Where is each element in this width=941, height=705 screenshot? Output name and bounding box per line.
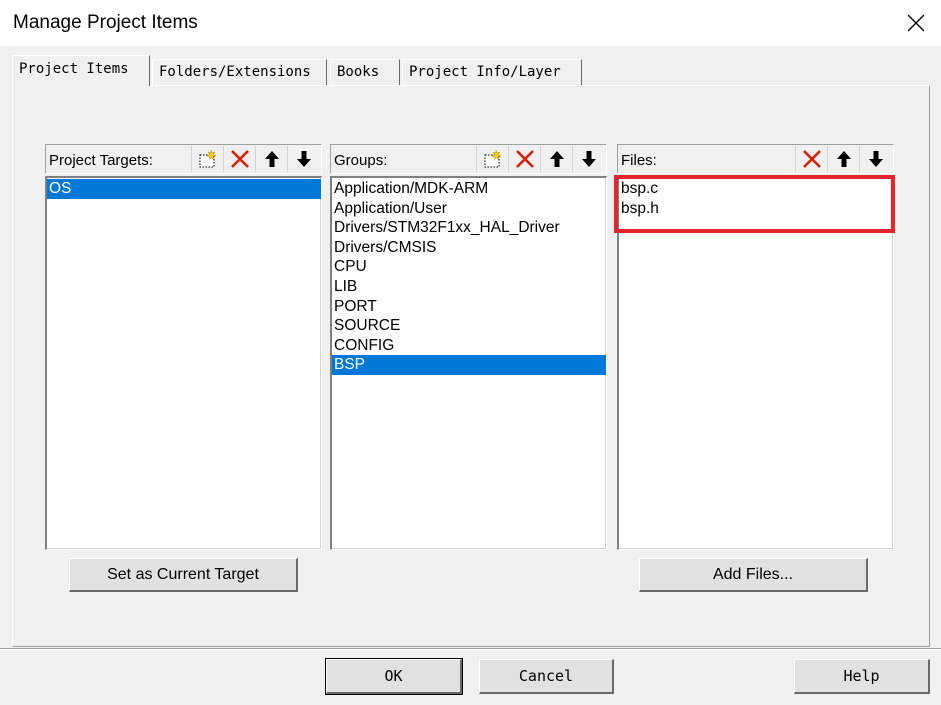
groups-list-item[interactable]: Drivers/CMSIS bbox=[332, 238, 606, 258]
help-button[interactable]: Help bbox=[794, 659, 930, 694]
new-target-button[interactable] bbox=[191, 146, 223, 172]
footer-separator bbox=[0, 648, 941, 650]
groups-list-item[interactable]: LIB bbox=[332, 277, 606, 297]
groups-list-item[interactable]: CONFIG bbox=[332, 336, 606, 356]
groups-list-item[interactable]: PORT bbox=[332, 297, 606, 317]
files-label: Files: bbox=[621, 152, 657, 169]
tab-folders-extensions[interactable]: Folders/Extensions bbox=[152, 59, 327, 85]
groups-list-item[interactable]: CPU bbox=[332, 257, 606, 277]
arrow-down-icon bbox=[868, 151, 883, 167]
add-files-button[interactable]: Add Files... bbox=[639, 558, 868, 592]
move-target-down-button[interactable] bbox=[287, 146, 319, 172]
move-target-up-button[interactable] bbox=[255, 146, 287, 172]
arrow-down-icon bbox=[581, 151, 596, 167]
window-title: Manage Project Items bbox=[13, 12, 198, 33]
close-icon bbox=[907, 14, 925, 32]
groups-group: Groups: Application/MDK-ARM Application/… bbox=[330, 144, 607, 550]
new-group-button[interactable] bbox=[476, 146, 508, 172]
delete-x-icon bbox=[802, 150, 821, 168]
arrow-up-icon bbox=[836, 151, 851, 167]
move-file-down-button[interactable] bbox=[859, 146, 891, 172]
project-targets-header: Project Targets: bbox=[45, 144, 322, 174]
tab-books[interactable]: Books bbox=[330, 59, 400, 85]
project-targets-list[interactable]: OS bbox=[45, 176, 322, 550]
delete-x-icon bbox=[515, 150, 534, 168]
delete-x-icon bbox=[230, 150, 249, 168]
arrow-up-icon bbox=[264, 151, 279, 167]
tab-project-info-layer[interactable]: Project Info/Layer bbox=[402, 59, 582, 85]
move-group-down-button[interactable] bbox=[572, 146, 604, 172]
groups-list-item[interactable]: SOURCE bbox=[332, 316, 606, 336]
groups-list[interactable]: Application/MDK-ARM Application/User Drive… bbox=[330, 176, 607, 550]
delete-file-button[interactable] bbox=[795, 146, 827, 172]
close-button[interactable] bbox=[891, 0, 941, 46]
arrow-up-icon bbox=[549, 151, 564, 167]
cancel-button[interactable]: Cancel bbox=[479, 659, 614, 694]
groups-list-item[interactable]: Drivers/STM32F1xx_HAL_Driver bbox=[332, 218, 606, 238]
files-list-item[interactable]: bsp.h bbox=[619, 199, 893, 219]
files-header: Files: bbox=[617, 144, 894, 174]
new-item-icon bbox=[199, 149, 217, 168]
move-file-up-button[interactable] bbox=[827, 146, 859, 172]
new-item-icon bbox=[484, 149, 502, 168]
targets-list-item[interactable]: OS bbox=[47, 179, 321, 199]
groups-list-item[interactable]: Application/MDK-ARM bbox=[332, 179, 606, 199]
set-as-current-target-button[interactable]: Set as Current Target bbox=[69, 558, 298, 592]
files-list[interactable]: bsp.c bsp.h bbox=[617, 176, 894, 550]
files-list-item[interactable]: bsp.c bbox=[619, 179, 893, 199]
project-targets-label: Project Targets: bbox=[49, 152, 153, 169]
delete-target-button[interactable] bbox=[223, 146, 255, 172]
delete-group-button[interactable] bbox=[508, 146, 540, 172]
arrow-down-icon bbox=[296, 151, 311, 167]
tab-project-items[interactable]: Project Items bbox=[12, 55, 150, 86]
groups-list-item[interactable]: Application/User bbox=[332, 199, 606, 219]
files-group: Files: bsp.c bsp.h bbox=[617, 144, 894, 550]
groups-label: Groups: bbox=[334, 152, 388, 169]
groups-list-item[interactable]: BSP bbox=[332, 355, 606, 375]
move-group-up-button[interactable] bbox=[540, 146, 572, 172]
groups-header: Groups: bbox=[330, 144, 607, 174]
ok-button[interactable]: OK bbox=[325, 658, 463, 695]
title-bar: Manage Project Items bbox=[0, 0, 941, 46]
project-targets-group: Project Targets: OS bbox=[45, 144, 322, 550]
